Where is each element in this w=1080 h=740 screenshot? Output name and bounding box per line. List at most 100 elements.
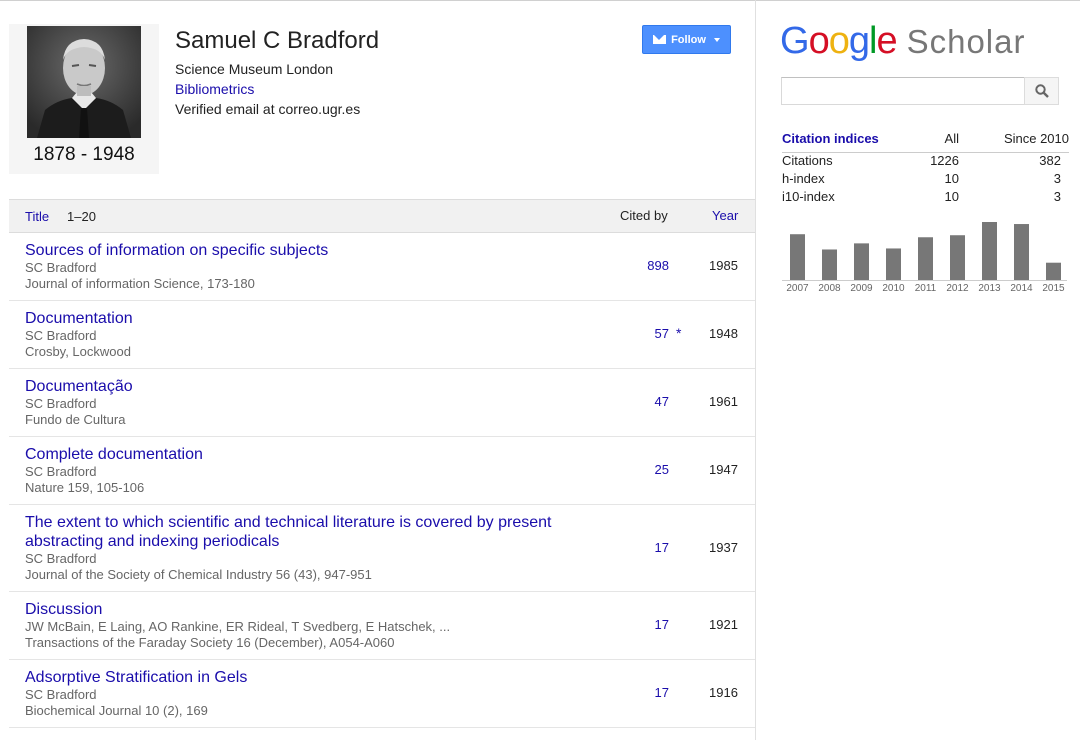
article-year: 1947: [709, 462, 738, 477]
profile-affiliation: Science Museum London: [175, 61, 333, 77]
article-title-link[interactable]: The extent to which scientific and techn…: [25, 513, 565, 551]
chart-tick-label: 2007: [786, 283, 809, 294]
profile-name: Samuel C Bradford: [175, 27, 380, 54]
index-since-value: 3: [1053, 189, 1061, 204]
scholar-wordmark: Scholar: [906, 23, 1026, 60]
index-all-value: 1226: [930, 153, 959, 168]
chart-tick-label: 2012: [946, 283, 969, 294]
article-year: 1937: [709, 540, 738, 555]
article-range: 1–20: [67, 209, 96, 224]
search-button[interactable]: [1024, 77, 1059, 105]
search-icon: [1035, 84, 1049, 98]
index-label: i10-index: [782, 189, 835, 204]
chevron-down-icon: [713, 37, 720, 42]
chart-tick-label: 2013: [978, 283, 1001, 294]
article-title-link[interactable]: Documentação: [25, 377, 585, 396]
verified-email: Verified email at correo.ugr.es: [175, 101, 361, 117]
google-scholar-logo[interactable]: Google Scholar: [780, 18, 1025, 65]
article-authors: SC Bradford: [25, 396, 97, 411]
article-year: 1961: [709, 394, 738, 409]
column-since: Since 2010: [1003, 131, 1069, 146]
article-year: 1916: [709, 685, 738, 700]
chart-bar-2008[interactable]: [822, 249, 837, 280]
article-authors: JW McBain, E Laing, AO Rankine, ER Ridea…: [25, 619, 451, 634]
cited-by-count-link[interactable]: 17: [609, 685, 669, 700]
chart-tick-label: 2011: [915, 283, 937, 294]
citation-index-row: h-index 10 3: [782, 171, 1069, 189]
chart-bar-2009[interactable]: [854, 243, 869, 280]
chart-bar-2010[interactable]: [886, 248, 901, 280]
index-all-value: 10: [944, 189, 959, 204]
chart-tick-label: 2008: [818, 283, 841, 294]
merged-citation-star-icon: *: [676, 325, 682, 341]
column-divider: [755, 0, 756, 740]
article-row: Discussion JW McBain, E Laing, AO Rankin…: [9, 592, 755, 660]
chart-bar-2012[interactable]: [950, 235, 965, 280]
chart-tick-label: 2014: [1010, 283, 1033, 294]
column-all: All: [944, 131, 959, 146]
article-authors: SC Bradford: [25, 328, 97, 343]
index-all-value: 10: [944, 171, 959, 186]
cited-by-count-link[interactable]: 17: [609, 540, 669, 555]
cited-by-count-link[interactable]: 898: [609, 258, 669, 273]
chart-bar-2007[interactable]: [790, 234, 805, 280]
index-label: Citations: [782, 153, 833, 168]
article-venue: Nature 159, 105-106: [25, 480, 145, 495]
index-since-value: 382: [1039, 153, 1061, 168]
article-authors: SC Bradford: [25, 687, 97, 702]
article-venue: Fundo de Cultura: [25, 412, 126, 427]
envelope-icon: [653, 35, 667, 44]
article-title-link[interactable]: Complete documentation: [25, 445, 585, 464]
cited-by-count-link[interactable]: 57: [609, 326, 669, 341]
sort-by-year-link[interactable]: Year: [712, 208, 738, 223]
article-year: 1921: [709, 617, 738, 632]
cited-by-header: Cited by: [620, 208, 668, 223]
article-venue: Crosby, Lockwood: [25, 344, 131, 359]
chart-tick-label: 2009: [850, 283, 873, 294]
articles-table-header: Title 1–20 Cited by Year: [9, 199, 755, 233]
chart-bar-2014[interactable]: [1014, 224, 1029, 280]
article-venue: Journal of information Science, 173-180: [25, 276, 255, 291]
search-input[interactable]: [781, 77, 1025, 105]
follow-button[interactable]: Follow: [642, 25, 731, 54]
chart-bar-2011[interactable]: [918, 237, 933, 280]
article-row: Documentation SC Bradford Crosby, Lockwo…: [9, 301, 755, 369]
article-row: Adsorptive Stratification in Gels SC Bra…: [9, 660, 755, 728]
profile-photo: [27, 26, 141, 138]
index-since-value: 3: [1053, 171, 1061, 186]
top-border: [0, 0, 1080, 1]
article-title-link[interactable]: Adsorptive Stratification in Gels: [25, 668, 585, 687]
chart-bar-2013[interactable]: [982, 222, 997, 280]
citations-per-year-chart: 2007 2008 2009 2010 2011 2012 2013 2014 2015: [782, 222, 1067, 294]
citation-index-row: Citations 1226 382: [782, 153, 1069, 171]
citation-indices-header: Citation indices All Since 2010: [782, 130, 1069, 153]
article-row: Sources of information on specific subje…: [9, 233, 755, 301]
article-row: The extent to which scientific and techn…: [9, 505, 755, 592]
chart-bar-2015[interactable]: [1046, 262, 1061, 280]
article-title-link[interactable]: Documentation: [25, 309, 585, 328]
article-year: 1985: [709, 258, 738, 273]
profile-photo-box: 1878 - 1948: [9, 24, 159, 174]
article-authors: SC Bradford: [25, 551, 97, 566]
article-venue: Transactions of the Faraday Society 16 (…: [25, 635, 395, 650]
chart-tick-label: 2015: [1042, 283, 1065, 294]
article-title-link[interactable]: Sources of information on specific subje…: [25, 241, 585, 260]
research-interest-link[interactable]: Bibliometrics: [175, 81, 254, 97]
article-authors: SC Bradford: [25, 464, 97, 479]
follow-label: Follow: [671, 33, 706, 46]
index-label: h-index: [782, 171, 825, 186]
article-authors: SC Bradford: [25, 260, 97, 275]
cited-by-count-link[interactable]: 17: [609, 617, 669, 632]
article-row: Documentação SC Bradford Fundo de Cultur…: [9, 369, 755, 437]
citation-index-row: i10-index 10 3: [782, 189, 1069, 207]
lifespan-caption: 1878 - 1948: [33, 144, 135, 165]
article-title-link[interactable]: Discussion: [25, 600, 585, 619]
cited-by-count-link[interactable]: 25: [609, 462, 669, 477]
article-venue: Journal of the Society of Chemical Indus…: [25, 567, 372, 582]
cited-by-count-link[interactable]: 47: [609, 394, 669, 409]
article-row: Complete documentation SC Bradford Natur…: [9, 437, 755, 505]
sort-by-title-link[interactable]: Title: [25, 209, 49, 224]
article-venue: Biochemical Journal 10 (2), 169: [25, 703, 208, 718]
citation-indices-link[interactable]: Citation indices: [782, 131, 879, 146]
chart-tick-label: 2010: [882, 283, 905, 294]
